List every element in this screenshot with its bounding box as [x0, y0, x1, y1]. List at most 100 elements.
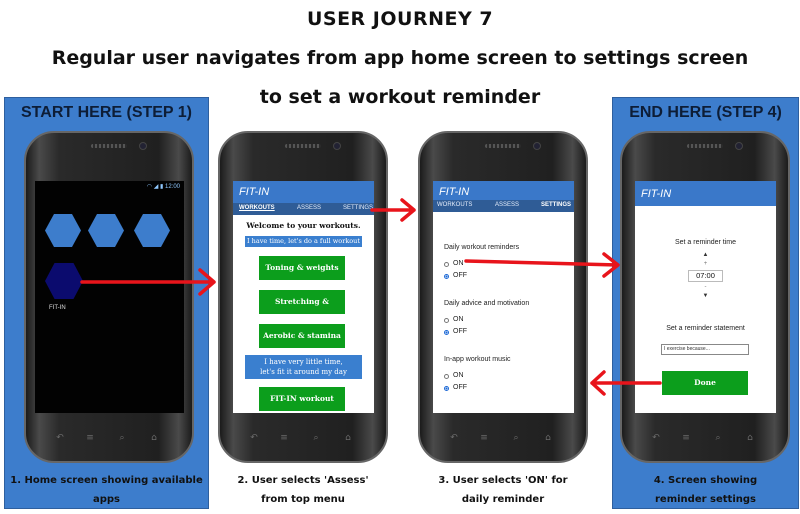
- end-label: END HERE (STEP 4): [629, 104, 782, 121]
- settings-screen: FIT-IN WORKOUTS ASSESS SETTINGS Daily wo…: [433, 181, 574, 413]
- daily-advice-off-label: OFF: [453, 328, 467, 335]
- fit-in-workout-button[interactable]: FIT-IN workout: [259, 387, 345, 411]
- caption-step3-line2: daily reminder: [461, 494, 545, 505]
- journey-title: USER JOURNEY 7: [306, 8, 494, 30]
- back-icon[interactable]: ↶: [448, 433, 460, 443]
- statement-input[interactable]: I exercise because...: [661, 344, 749, 355]
- phone-step3: FIT-IN WORKOUTS ASSESS SETTINGS Daily wo…: [418, 131, 588, 463]
- caption-step3-line1: 3. User selects 'ON' for: [438, 475, 568, 486]
- menu-icon[interactable]: ≡: [680, 433, 692, 443]
- aerobic-stamina-button[interactable]: Aerobic & stamina: [259, 324, 345, 348]
- app-header: FIT-IN WORKOUTS ASSESS SETTINGS: [233, 181, 374, 215]
- little-time-line2: let's fit it around my day: [260, 368, 347, 376]
- speaker-grille: [285, 144, 321, 148]
- search-icon[interactable]: ⌕: [310, 433, 322, 443]
- statement-value: I exercise because...: [664, 346, 710, 352]
- workout-music-label: In-app workout music: [444, 356, 511, 363]
- full-workout-bar: I have time, let's do a full workout: [245, 236, 362, 247]
- workout-music-off-radio[interactable]: [444, 386, 449, 391]
- time-down-arrow-icon[interactable]: ▼: [635, 293, 776, 299]
- camera-icon: [139, 142, 147, 150]
- toning-weights-button[interactable]: Toning & weights: [259, 256, 345, 280]
- speaker-grille: [485, 144, 521, 148]
- home-icon[interactable]: ⌂: [744, 433, 756, 443]
- tab-workouts[interactable]: WORKOUTS: [239, 205, 275, 211]
- app-title: FIT-IN: [641, 188, 672, 200]
- tab-workouts[interactable]: WORKOUTS: [437, 202, 472, 208]
- caption-step2: 2. User selects 'Assess' from top menu: [218, 471, 388, 509]
- little-time-line1: I have very little time,: [264, 358, 343, 366]
- app-icon-2[interactable]: [88, 214, 124, 247]
- daily-advice-on-radio[interactable]: [444, 318, 449, 323]
- time-plus[interactable]: +: [635, 261, 776, 267]
- phone-step2: FIT-IN WORKOUTS ASSESS SETTINGS Welcome …: [218, 131, 388, 463]
- daily-reminders-on-label: ON: [453, 260, 464, 267]
- app-title: FIT-IN: [239, 186, 270, 198]
- app-icon-1[interactable]: [45, 214, 81, 247]
- nav-bar: ↶ ≡ ⌕ ⌂: [430, 433, 576, 449]
- caption-step4-line1: 4. Screen showing: [653, 475, 758, 486]
- daily-reminders-label: Daily workout reminders: [444, 244, 520, 251]
- workouts-screen: FIT-IN WORKOUTS ASSESS SETTINGS Welcome …: [233, 181, 374, 413]
- camera-icon: [533, 142, 541, 150]
- tab-assess[interactable]: ASSESS: [495, 202, 519, 208]
- search-icon[interactable]: ⌕: [712, 433, 724, 443]
- app-icon-3[interactable]: [134, 214, 170, 247]
- tab-bar: WORKOUTS ASSESS SETTINGS: [233, 203, 374, 215]
- statement-label: Set a reminder statement: [666, 325, 745, 332]
- search-icon[interactable]: ⌕: [116, 433, 128, 443]
- welcome-text: Welcome to your workouts.: [246, 221, 361, 230]
- wifi-icon: ◠: [146, 184, 153, 190]
- done-button[interactable]: Done: [662, 371, 748, 395]
- daily-reminders-on-radio[interactable]: [444, 262, 449, 267]
- caption-step4: 4. Screen showing reminder settings: [612, 471, 799, 509]
- caption-step3: 3. User selects 'ON' for daily reminder: [418, 471, 588, 509]
- time-up-arrow-icon[interactable]: ▲: [635, 252, 776, 258]
- start-label: START HERE (STEP 1): [21, 104, 192, 121]
- phone-step1: ◠ ◢ ▮ 12:00 FIT-IN ↶ ≡ ⌕ ⌂: [24, 131, 194, 463]
- battery-icon: ▮: [160, 184, 164, 190]
- time-minus[interactable]: -: [635, 284, 776, 290]
- phone-step4: FIT-IN Set a reminder time ▲ + 07:00 - ▼…: [620, 131, 790, 463]
- home-screen: ◠ ◢ ▮ 12:00 FIT-IN: [35, 181, 184, 413]
- daily-advice-on-label: ON: [453, 316, 464, 323]
- daily-advice-off-radio[interactable]: [444, 330, 449, 335]
- back-icon[interactable]: ↶: [650, 433, 662, 443]
- status-bar: ◠ ◢ ▮ 12:00: [147, 183, 180, 190]
- app-title: FIT-IN: [439, 186, 470, 198]
- daily-reminders-off-radio[interactable]: [444, 274, 449, 279]
- time-value: 07:00: [696, 271, 715, 280]
- tab-settings[interactable]: SETTINGS: [541, 202, 571, 208]
- menu-icon[interactable]: ≡: [478, 433, 490, 443]
- back-icon[interactable]: ↶: [248, 433, 260, 443]
- speaker-grille: [687, 144, 723, 148]
- workout-music-off-label: OFF: [453, 384, 467, 391]
- tab-assess[interactable]: ASSESS: [297, 205, 321, 211]
- speaker-grille: [91, 144, 127, 148]
- home-icon[interactable]: ⌂: [542, 433, 554, 443]
- daily-reminders-off-label: OFF: [453, 272, 467, 279]
- little-time-bar: I have very little time, let's fit it ar…: [245, 355, 362, 379]
- fit-in-app-label: FIT-IN: [49, 305, 66, 311]
- camera-icon: [735, 142, 743, 150]
- home-icon[interactable]: ⌂: [148, 433, 160, 443]
- app-header: FIT-IN: [635, 181, 776, 206]
- stretching-mobility-button[interactable]: Stretching & mobility: [259, 290, 345, 330]
- tab-settings[interactable]: SETTINGS: [343, 205, 373, 211]
- nav-bar: ↶ ≡ ⌕ ⌂: [230, 433, 376, 449]
- back-icon[interactable]: ↶: [54, 433, 66, 443]
- menu-icon[interactable]: ≡: [278, 433, 290, 443]
- caption-step4-line2: reminder settings: [655, 494, 756, 505]
- home-icon[interactable]: ⌂: [342, 433, 354, 443]
- search-icon[interactable]: ⌕: [510, 433, 522, 443]
- fit-in-app-icon[interactable]: [45, 263, 83, 299]
- journey-subtitle-line1: Regular user navigates from app home scr…: [51, 47, 749, 69]
- app-header: FIT-IN WORKOUTS ASSESS SETTINGS: [433, 181, 574, 212]
- time-field[interactable]: 07:00: [688, 270, 723, 282]
- workout-music-on-radio[interactable]: [444, 374, 449, 379]
- reminder-time-label: Set a reminder time: [674, 239, 737, 246]
- caption-step2-line2: from top menu: [261, 494, 345, 505]
- caption-step1: 1. Home screen showing available apps: [10, 475, 203, 505]
- menu-icon[interactable]: ≡: [84, 433, 96, 443]
- workout-music-on-label: ON: [453, 372, 464, 379]
